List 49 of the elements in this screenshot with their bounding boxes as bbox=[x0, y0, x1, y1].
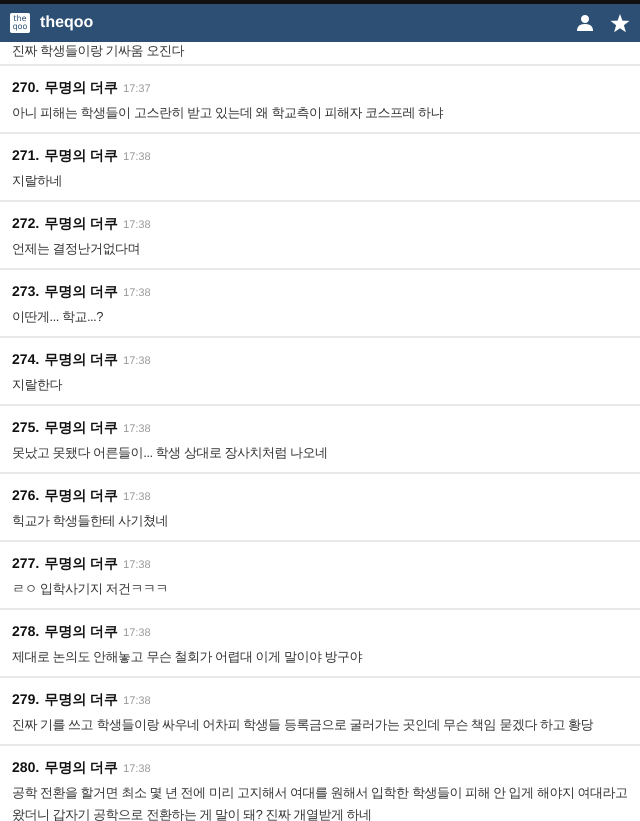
comment-author: 무명의 더쿠 bbox=[44, 486, 118, 505]
comment-author: 무명의 더쿠 bbox=[44, 554, 118, 573]
comment-body: 지랄하네 bbox=[12, 172, 63, 190]
comment-time: 17:38 bbox=[123, 626, 151, 641]
user-icon[interactable] bbox=[576, 14, 594, 32]
comment-time: 17:38 bbox=[123, 354, 151, 369]
comment-time: 17:38 bbox=[123, 422, 151, 437]
comment-number: 279. bbox=[12, 690, 40, 709]
comment-number: 270. bbox=[12, 78, 40, 97]
comment-author: 무명의 더쿠 bbox=[44, 622, 118, 641]
comment-author: 무명의 더쿠 bbox=[44, 146, 118, 165]
comment-number: 276. bbox=[12, 486, 40, 505]
comment-number: 275. bbox=[12, 418, 40, 437]
comment-time: 17:38 bbox=[123, 694, 151, 709]
comment-number: 274. bbox=[12, 350, 40, 369]
comment-body: 제대로 논의도 안해놓고 무슨 철회가 어렵대 이게 말이야 방구야 bbox=[12, 648, 364, 666]
comment-body: 공학 전환을 할거면 최소 몇 년 전에 미리 고지해서 여대를 원해서 입학한 학생들이 피해 안 입게 해야지 여대라고 왔더니 갑자기 공학으로 전환하는 게 말이 돼? 진짜 개열받게 하네 bbox=[12, 784, 628, 821]
comment-number: 280. bbox=[12, 758, 40, 777]
comment-number: 272. bbox=[12, 214, 40, 233]
comment-number: 278. bbox=[12, 622, 40, 641]
comment-number: 277. bbox=[12, 554, 40, 573]
comment-body: 지랄한다 bbox=[12, 376, 64, 394]
comment-body: 힉교가 학생들한테 사기쳤네 bbox=[12, 512, 170, 530]
comment-author: 무명의 더쿠 bbox=[44, 690, 118, 709]
comment-body: 언제는 결정난거없다며 bbox=[12, 240, 142, 258]
comment-author: 무명의 더쿠 bbox=[44, 758, 118, 777]
comment-time: 17:38 bbox=[123, 490, 151, 505]
comment-body: 진짜 학생들이랑 기싸움 오진다 bbox=[12, 42, 184, 60]
comment-time: 17:38 bbox=[123, 558, 151, 573]
comment-author: 무명의 더쿠 bbox=[44, 282, 118, 301]
comment-author: 무명의 더쿠 bbox=[44, 78, 118, 97]
comment-time: 17:38 bbox=[123, 218, 151, 233]
comment-time: 17:38 bbox=[123, 762, 151, 777]
comment-body: 진짜 기를 쓰고 학생들이랑 싸우네 어차피 학생들 등록금으로 굴러가는 곳인데 무슨 책임 묻겠다 하고 황당 bbox=[12, 716, 594, 734]
comment-body: 못났고 못됐다 어른들이... 학생 상대로 장사치처럼 나오네 bbox=[12, 444, 329, 462]
comment-author: 무명의 더쿠 bbox=[44, 214, 118, 233]
star-icon[interactable] bbox=[610, 14, 630, 32]
comment-body: 이딴게... 학교...? bbox=[12, 308, 104, 326]
comment-body: 아니 피해는 학생들이 고스란히 받고 있는데 왜 학교측이 피해자 코스프레 하냐 bbox=[12, 104, 444, 122]
comment-body: ㄹㅇ 입학사기지 저건ㅋㅋㅋ bbox=[12, 580, 170, 598]
comment-time: 17:38 bbox=[123, 150, 151, 165]
site-title[interactable]: theqoo bbox=[40, 14, 94, 32]
comment-time: 17:38 bbox=[123, 286, 151, 301]
comment-author: 무명의 더쿠 bbox=[44, 418, 118, 437]
comment-number: 271. bbox=[12, 146, 40, 165]
site-logo[interactable]: the qoo bbox=[10, 13, 30, 33]
comment-number: 273. bbox=[12, 282, 40, 301]
comment-time: 17:37 bbox=[123, 82, 151, 97]
comment-author: 무명의 더쿠 bbox=[44, 350, 118, 369]
